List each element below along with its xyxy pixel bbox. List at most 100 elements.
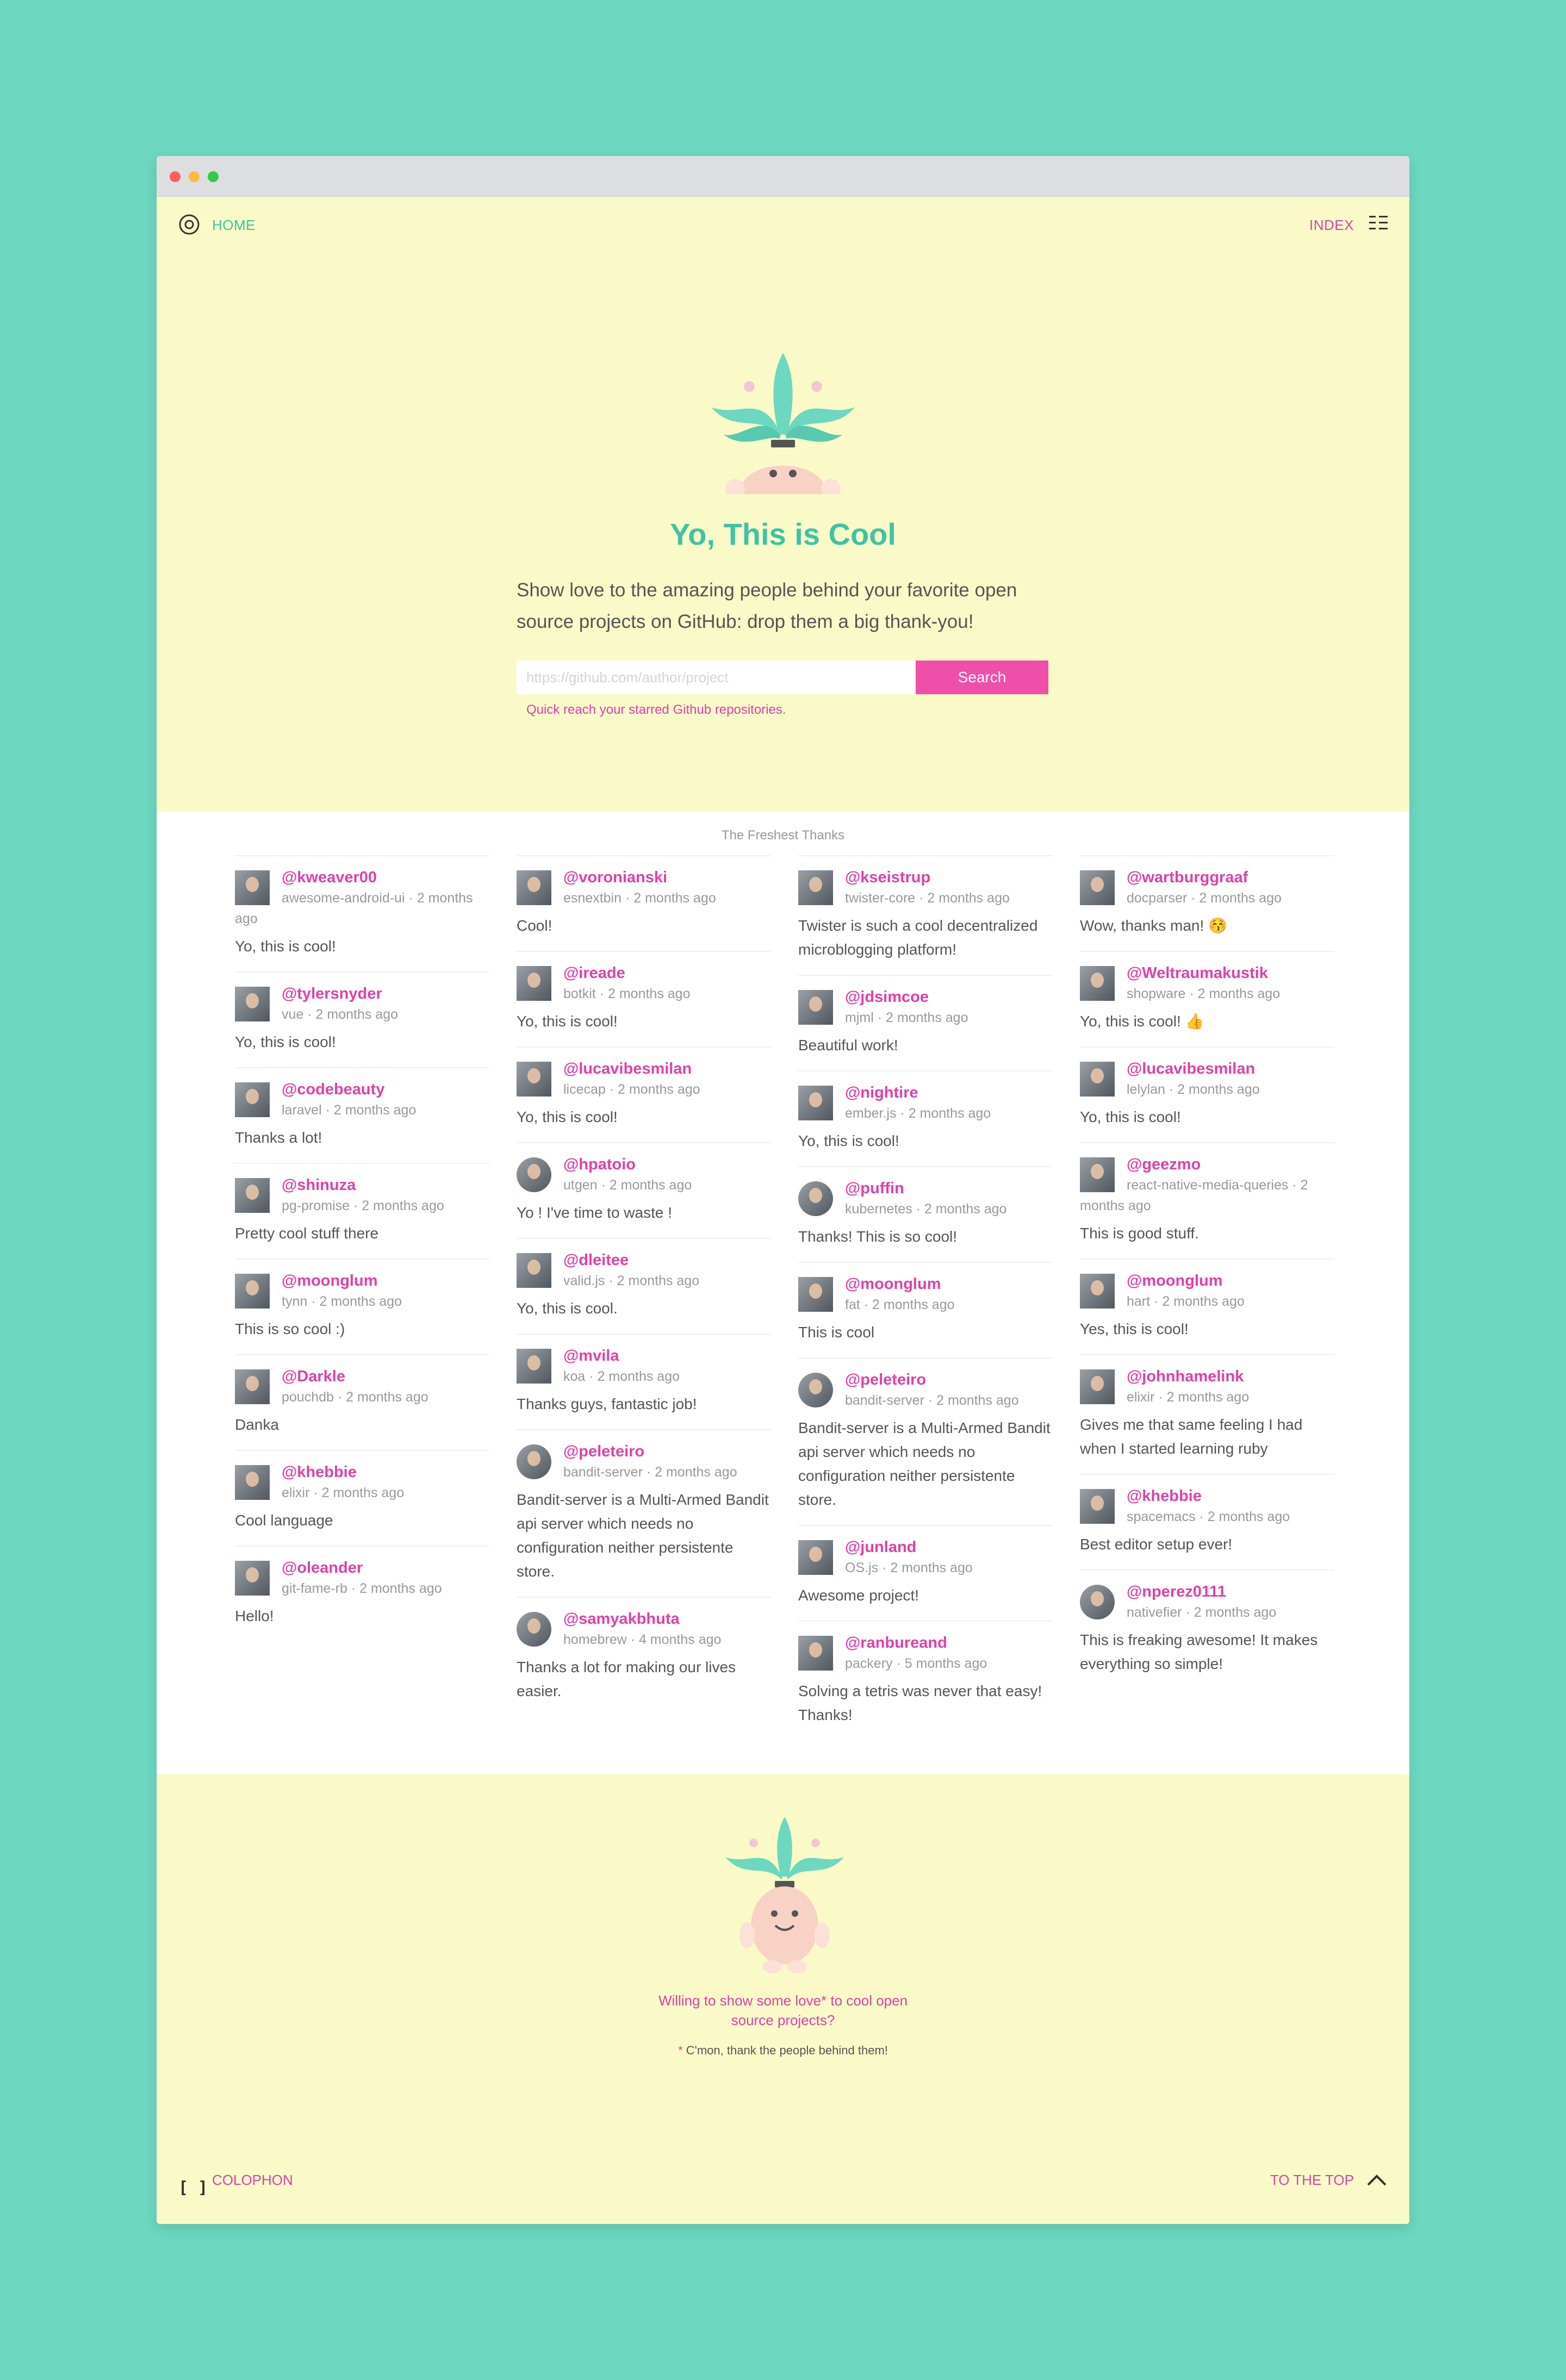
maximize-window-button[interactable] xyxy=(208,171,219,182)
avatar[interactable] xyxy=(1080,966,1115,1001)
thanks-repo-link[interactable]: valid.js xyxy=(563,1273,605,1288)
thanks-repo-link[interactable]: mjml xyxy=(845,1010,874,1025)
starred-repos-hint-link[interactable]: Quick reach your starred Github reposito… xyxy=(526,702,786,718)
avatar[interactable] xyxy=(235,1178,270,1213)
thanks-repo-link[interactable]: git-fame-rb xyxy=(282,1581,347,1596)
avatar[interactable] xyxy=(1080,1274,1115,1309)
thanks-repo-link[interactable]: pg-promise xyxy=(282,1198,350,1213)
search-button[interactable]: Search xyxy=(916,661,1048,694)
avatar[interactable] xyxy=(798,1540,833,1575)
thanks-repo-link[interactable]: laravel xyxy=(282,1102,322,1118)
thanks-user-link[interactable]: @ireade xyxy=(517,963,771,983)
thanks-user-link[interactable]: @kweaver00 xyxy=(235,867,489,888)
avatar[interactable] xyxy=(798,1373,833,1407)
thanks-repo-link[interactable]: pouchdb xyxy=(282,1390,334,1405)
thanks-user-link[interactable]: @lucavibesmilan xyxy=(1080,1058,1334,1079)
thanks-repo-link[interactable]: hart xyxy=(1127,1294,1150,1309)
colophon-link[interactable]: COLOPHON xyxy=(212,2172,293,2189)
thanks-user-link[interactable]: @puffin xyxy=(798,1178,1053,1199)
avatar[interactable] xyxy=(235,1082,270,1117)
avatar[interactable] xyxy=(1080,1585,1115,1619)
thanks-repo-link[interactable]: botkit xyxy=(563,986,596,1001)
thanks-user-link[interactable]: @ranbureand xyxy=(798,1633,1053,1653)
avatar[interactable] xyxy=(798,1636,833,1671)
thanks-user-link[interactable]: @kseistrup xyxy=(798,867,1053,888)
thanks-user-link[interactable]: @voronianski xyxy=(517,867,771,888)
avatar[interactable] xyxy=(798,990,833,1025)
avatar[interactable] xyxy=(1080,1489,1115,1524)
index-link[interactable]: INDEX xyxy=(1309,217,1354,234)
thanks-user-link[interactable]: @moonglum xyxy=(1080,1270,1334,1291)
thanks-repo-link[interactable]: bandit-server xyxy=(563,1465,643,1480)
thanks-user-link[interactable]: @wartburggraaf xyxy=(1080,867,1334,888)
thanks-user-link[interactable]: @khebbie xyxy=(1080,1486,1334,1506)
grid-list-icon[interactable] xyxy=(1369,215,1388,231)
brackets-icon[interactable]: [ ] xyxy=(178,2178,208,2197)
thanks-repo-link[interactable]: esnextbin xyxy=(563,890,622,906)
thanks-repo-link[interactable]: OS.js xyxy=(845,1560,878,1575)
avatar[interactable] xyxy=(1080,1062,1115,1096)
thanks-repo-link[interactable]: nativefier xyxy=(1127,1605,1182,1620)
thanks-user-link[interactable]: @geezmo xyxy=(1080,1154,1334,1175)
thanks-repo-link[interactable]: utgen xyxy=(563,1177,598,1193)
thanks-user-link[interactable]: @codebeauty xyxy=(235,1079,489,1100)
thanks-repo-link[interactable]: vue xyxy=(282,1007,303,1022)
avatar[interactable] xyxy=(798,870,833,905)
minimize-window-button[interactable] xyxy=(189,171,200,182)
thanks-repo-link[interactable]: lelylan xyxy=(1127,1082,1165,1097)
thanks-repo-link[interactable]: docparser xyxy=(1127,890,1187,906)
thanks-repo-link[interactable]: bandit-server xyxy=(845,1393,924,1408)
thanks-repo-link[interactable]: elixir xyxy=(1127,1390,1154,1405)
close-window-button[interactable] xyxy=(170,171,181,182)
to-the-top-link[interactable]: TO THE TOP xyxy=(1270,2172,1354,2189)
home-link[interactable]: HOME xyxy=(212,217,256,234)
thanks-user-link[interactable]: @moonglum xyxy=(235,1270,489,1291)
avatar[interactable] xyxy=(235,1465,270,1500)
avatar[interactable] xyxy=(235,987,270,1021)
thanks-repo-link[interactable]: licecap xyxy=(563,1082,606,1097)
avatar[interactable] xyxy=(235,1274,270,1309)
thanks-user-link[interactable]: @lucavibesmilan xyxy=(517,1058,771,1079)
avatar[interactable] xyxy=(1080,870,1115,905)
thanks-repo-link[interactable]: shopware xyxy=(1127,986,1185,1001)
thanks-repo-link[interactable]: spacemacs xyxy=(1127,1509,1195,1524)
thanks-repo-link[interactable]: elixir xyxy=(282,1485,309,1500)
avatar[interactable] xyxy=(517,966,551,1001)
thanks-repo-link[interactable]: tynn xyxy=(282,1294,307,1309)
avatar[interactable] xyxy=(517,870,551,905)
avatar[interactable] xyxy=(235,1369,270,1404)
thanks-repo-link[interactable]: twister-core xyxy=(845,890,915,906)
thanks-repo-link[interactable]: packery xyxy=(845,1656,893,1671)
avatar[interactable] xyxy=(517,1253,551,1288)
thanks-user-link[interactable]: @nightire xyxy=(798,1082,1053,1103)
thanks-user-link[interactable]: @nperez0111 xyxy=(1080,1581,1334,1602)
avatar[interactable] xyxy=(517,1062,551,1096)
thanks-user-link[interactable]: @oleander xyxy=(235,1557,489,1578)
avatar[interactable] xyxy=(517,1157,551,1192)
thanks-user-link[interactable]: @khebbie xyxy=(235,1462,489,1482)
eye-icon[interactable] xyxy=(178,214,200,235)
thanks-repo-link[interactable]: homebrew xyxy=(563,1632,627,1647)
thanks-user-link[interactable]: @Darkle xyxy=(235,1366,489,1387)
thanks-user-link[interactable]: @Weltraumakustik xyxy=(1080,963,1334,983)
thanks-user-link[interactable]: @hpatoio xyxy=(517,1154,771,1175)
avatar[interactable] xyxy=(517,1349,551,1384)
thanks-repo-link[interactable]: koa xyxy=(563,1369,585,1384)
thanks-user-link[interactable]: @moonglum xyxy=(798,1274,1053,1294)
thanks-user-link[interactable]: @shinuza xyxy=(235,1175,489,1195)
thanks-user-link[interactable]: @dleitee xyxy=(517,1250,771,1270)
thanks-user-link[interactable]: @junland xyxy=(798,1537,1053,1557)
avatar[interactable] xyxy=(517,1612,551,1647)
chevron-up-icon[interactable] xyxy=(1366,2170,1388,2188)
thanks-repo-link[interactable]: react-native-media-queries xyxy=(1127,1177,1288,1193)
thanks-user-link[interactable]: @jdsimcoe xyxy=(798,987,1053,1007)
thanks-user-link[interactable]: @peleteiro xyxy=(517,1441,771,1462)
thanks-user-link[interactable]: @mvila xyxy=(517,1345,771,1366)
avatar[interactable] xyxy=(798,1181,833,1216)
thanks-repo-link[interactable]: awesome-android-ui xyxy=(282,890,405,906)
thanks-user-link[interactable]: @tylersnyder xyxy=(235,983,489,1004)
avatar[interactable] xyxy=(517,1444,551,1479)
thanks-repo-link[interactable]: ember.js xyxy=(845,1106,896,1121)
thanks-user-link[interactable]: @johnhamelink xyxy=(1080,1366,1334,1387)
thanks-user-link[interactable]: @samyakbhuta xyxy=(517,1609,771,1629)
